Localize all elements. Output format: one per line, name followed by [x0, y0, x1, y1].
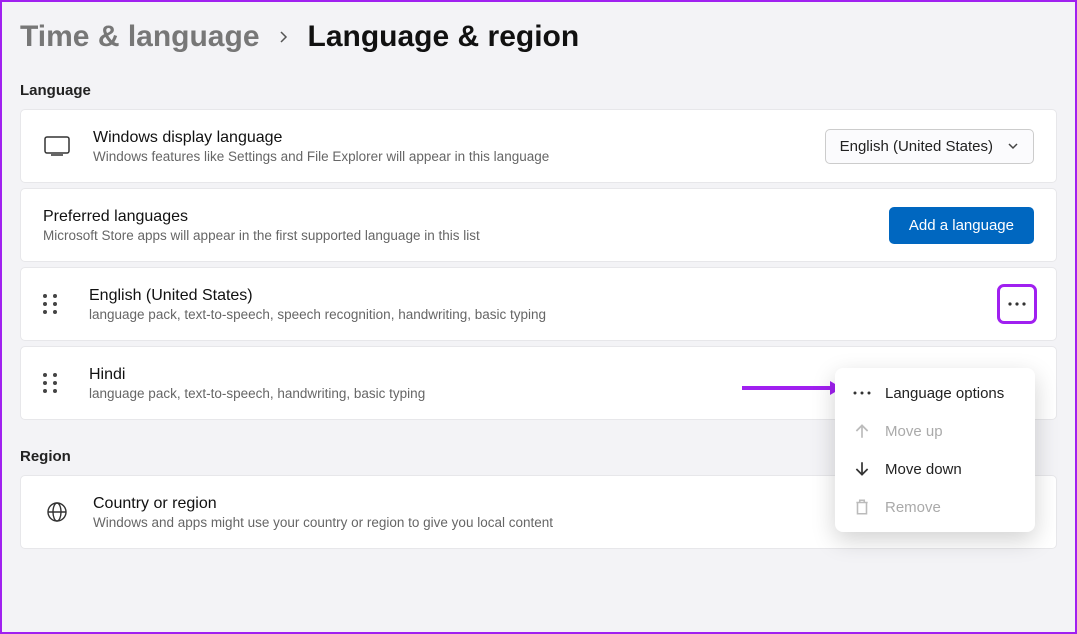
preferred-languages-card: Preferred languages Microsoft Store apps…: [20, 188, 1057, 262]
page-title: Language & region: [308, 20, 580, 54]
preferred-title: Preferred languages: [43, 208, 889, 226]
drag-handle-icon[interactable]: [43, 294, 63, 314]
menu-move-down[interactable]: Move down: [835, 450, 1035, 488]
language-features: language pack, text-to-speech, speech re…: [89, 307, 1000, 322]
arrow-down-icon: [853, 460, 871, 478]
language-name: English (United States): [89, 287, 1000, 305]
display-language-value: English (United States): [840, 138, 993, 155]
menu-label: Remove: [885, 499, 941, 516]
add-language-button[interactable]: Add a language: [889, 207, 1034, 244]
trash-icon: [853, 498, 871, 516]
breadcrumb: Time & language Language & region: [2, 2, 1075, 54]
language-more-button[interactable]: [1000, 287, 1034, 321]
more-icon: [853, 384, 871, 402]
region-title: Country or region: [93, 495, 888, 513]
display-language-select[interactable]: English (United States): [825, 129, 1034, 164]
display-language-title: Windows display language: [93, 129, 825, 147]
preferred-desc: Microsoft Store apps will appear in the …: [43, 228, 889, 243]
menu-move-up: Move up: [835, 412, 1035, 450]
language-item-english-us: English (United States) language pack, t…: [20, 267, 1057, 341]
arrow-up-icon: [853, 422, 871, 440]
monitor-icon: [43, 136, 71, 156]
chevron-right-icon: [278, 26, 290, 49]
menu-remove: Remove: [835, 488, 1035, 526]
section-language-label: Language: [20, 82, 1075, 99]
drag-handle-icon[interactable]: [43, 373, 63, 393]
menu-label: Move down: [885, 461, 962, 478]
display-language-card: Windows display language Windows feature…: [20, 109, 1057, 183]
region-desc: Windows and apps might use your country …: [93, 515, 888, 530]
globe-icon: [43, 501, 71, 523]
menu-label: Move up: [885, 423, 943, 440]
breadcrumb-parent[interactable]: Time & language: [20, 20, 260, 54]
chevron-down-icon: [1007, 140, 1019, 152]
menu-language-options[interactable]: Language options: [835, 374, 1035, 412]
menu-label: Language options: [885, 385, 1004, 402]
display-language-desc: Windows features like Settings and File …: [93, 149, 825, 164]
annotation-arrow-icon: [742, 378, 842, 398]
language-context-menu: Language options Move up Move down Remov…: [835, 368, 1035, 532]
